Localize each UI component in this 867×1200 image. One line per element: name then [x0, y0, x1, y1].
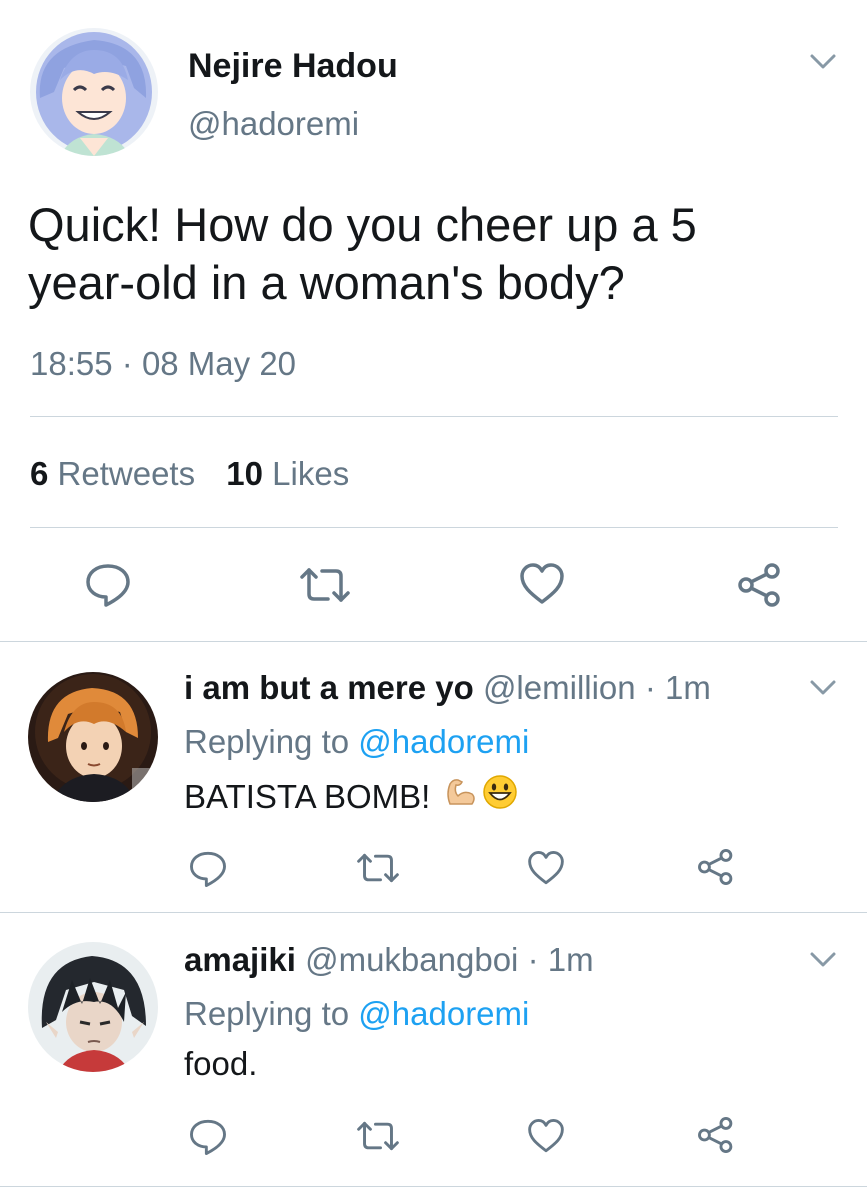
retweets-stat[interactable]: 6 Retweets [30, 455, 204, 492]
author-name[interactable]: Nejire Hadou [188, 46, 398, 86]
retweet-icon[interactable] [355, 1120, 401, 1152]
chevron-down-icon[interactable] [808, 50, 838, 74]
reply-time: · 1m [527, 941, 594, 978]
share-icon[interactable] [696, 1116, 736, 1154]
reply-icon[interactable] [188, 1118, 228, 1156]
chevron-down-icon[interactable] [808, 676, 838, 700]
like-icon[interactable] [526, 1118, 566, 1154]
likes-label: Likes [272, 455, 350, 492]
chevron-down-icon[interactable] [808, 948, 838, 972]
flexed-biceps-emoji [444, 776, 478, 817]
reply-author-handle[interactable]: @lemillion [483, 669, 636, 706]
divider [0, 1186, 867, 1187]
tweet-text-line: Quick! How do you cheer up a 5 [28, 198, 697, 251]
replying-to: Replying to @hadoremi [184, 994, 529, 1034]
tweet-timestamp[interactable]: 18:55 · 08 May 20 [30, 344, 296, 384]
reply-text: BATISTA BOMB! [184, 774, 518, 819]
reply-author-name[interactable]: amajiki [184, 941, 296, 978]
replying-to-label: Replying to [184, 723, 350, 760]
replying-to: Replying to @hadoremi [184, 722, 529, 762]
separator-dot: · [121, 345, 133, 382]
like-icon[interactable] [526, 850, 566, 886]
share-icon[interactable] [696, 848, 736, 886]
reply-icon[interactable] [84, 562, 132, 608]
reply-author-name[interactable]: i am but a mere yo [184, 669, 474, 706]
like-icon[interactable] [518, 562, 566, 606]
tweet-date: 08 May 20 [141, 345, 297, 382]
retweets-label: Retweets [57, 455, 196, 492]
divider [30, 416, 838, 417]
reply-header: amajiki @mukbangboi · 1m [184, 940, 594, 980]
retweets-count: 6 [30, 455, 49, 492]
reply-text-content: BATISTA BOMB! [184, 777, 431, 815]
avatar-nejire[interactable] [30, 28, 158, 156]
replying-to-handle[interactable]: @hadoremi [358, 995, 529, 1032]
reply-time: · 1m [644, 669, 711, 706]
reply-text: food. [184, 1045, 258, 1082]
author-handle[interactable]: @hadoremi [188, 104, 359, 144]
tweet-text: Quick! How do you cheer up a 5 year-old … [28, 196, 697, 312]
grinning-face-emoji [482, 774, 518, 819]
divider [0, 641, 867, 642]
avatar-amajiki[interactable] [28, 942, 158, 1072]
reply-author-handle[interactable]: @mukbangboi [305, 941, 518, 978]
replying-to-label: Replying to [184, 995, 350, 1032]
divider [30, 527, 838, 528]
likes-count: 10 [226, 455, 263, 492]
reply-icon[interactable] [188, 850, 228, 888]
tweet-time: 18:55 [30, 345, 113, 382]
share-icon[interactable] [736, 562, 784, 608]
avatar-lemillion[interactable] [28, 672, 158, 802]
divider [0, 912, 867, 913]
replying-to-handle[interactable]: @hadoremi [358, 723, 529, 760]
reply-header: i am but a mere yo @lemillion · 1m [184, 668, 711, 708]
retweet-icon[interactable] [298, 566, 352, 604]
tweet-stats: 6 Retweets 10 Likes [30, 454, 349, 494]
tweet-text-line: year-old in a woman's body? [28, 256, 625, 309]
retweet-icon[interactable] [355, 852, 401, 884]
likes-stat[interactable]: 10 Likes [226, 455, 349, 492]
